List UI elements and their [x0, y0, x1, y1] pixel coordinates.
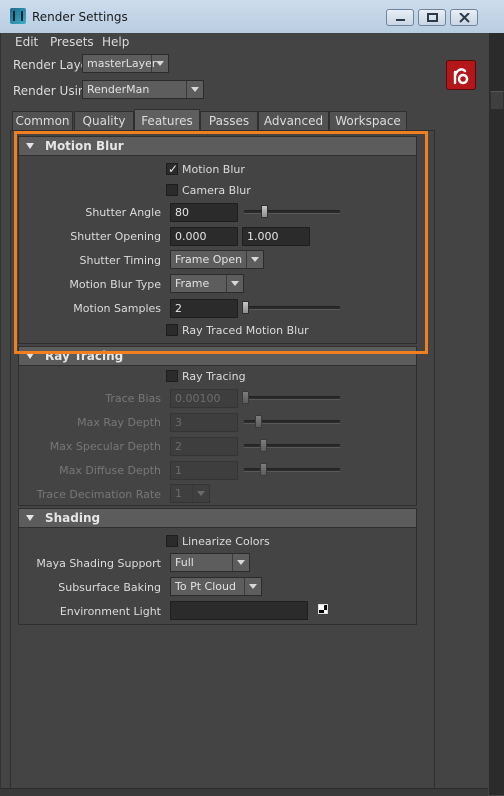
tab-workspace[interactable]: Workspace: [329, 111, 407, 131]
tab-advanced[interactable]: Advanced: [258, 111, 329, 131]
highlight-annotation-box: [14, 131, 428, 354]
trace-decimation-rate-label: Trace Decimation Rate: [36, 488, 161, 501]
trace-decimation-rate-value: 1: [175, 487, 182, 500]
max-diffuse-depth-value: 1: [175, 464, 182, 477]
ray-tracing-section-body: [18, 366, 417, 506]
subsurface-baking-label: Subsurface Baking: [58, 581, 161, 594]
chevron-down-icon: [151, 55, 168, 72]
chevron-down-icon: [192, 485, 209, 502]
render-layer-label: Render Layer: [13, 58, 93, 72]
shading-title: Shading: [45, 511, 101, 525]
maya-shading-support-dropdown[interactable]: Full: [170, 553, 250, 572]
trace-bias-value: 0.00100: [175, 392, 221, 405]
max-specular-depth-label: Max Specular Depth: [49, 440, 161, 453]
window-title-bar[interactable]: Render Settings: [0, 0, 504, 34]
trace-decimation-rate-dropdown[interactable]: 1: [170, 484, 210, 503]
max-specular-depth-slider-track[interactable]: [244, 444, 340, 448]
trace-bias-field[interactable]: 0.00100: [170, 389, 238, 408]
menu-presets[interactable]: Presets: [50, 35, 94, 49]
maya-shading-support-label: Maya Shading Support: [36, 557, 161, 570]
max-diffuse-depth-slider-thumb[interactable]: [260, 463, 267, 476]
background-tab: [490, 91, 504, 109]
max-specular-depth-value: 2: [175, 440, 182, 453]
max-ray-depth-value: 3: [175, 416, 182, 429]
linearize-colors-label: Linearize Colors: [182, 535, 270, 548]
map-texture-button-icon[interactable]: [318, 604, 328, 614]
background-window-edge: [488, 33, 504, 795]
environment-light-field[interactable]: [170, 601, 308, 620]
max-diffuse-depth-field[interactable]: 1: [170, 461, 238, 480]
max-ray-depth-field[interactable]: 3: [170, 413, 238, 432]
max-diffuse-depth-slider-track[interactable]: [244, 468, 340, 472]
max-specular-depth-slider-thumb[interactable]: [260, 439, 267, 452]
max-diffuse-depth-label: Max Diffuse Depth: [59, 464, 161, 477]
shading-section-header[interactable]: Shading: [18, 508, 417, 528]
menu-edit[interactable]: Edit: [15, 35, 38, 49]
window-title: Render Settings: [32, 10, 128, 24]
render-using-dropdown[interactable]: RenderMan: [82, 80, 204, 99]
collapse-triangle-icon: [26, 515, 34, 521]
chevron-down-icon: [232, 554, 249, 571]
subsurface-baking-value: To Pt Cloud: [175, 580, 236, 593]
maximize-button[interactable]: [418, 9, 446, 26]
trace-bias-slider-track[interactable]: [244, 396, 340, 400]
close-button[interactable]: [450, 9, 478, 26]
maya-app-icon: [10, 8, 26, 24]
trace-bias-label: Trace Bias: [105, 392, 161, 405]
menu-help[interactable]: Help: [102, 35, 129, 49]
render-using-value: RenderMan: [87, 83, 150, 96]
renderman-logo-icon: [446, 60, 476, 90]
linearize-colors-checkbox[interactable]: [166, 535, 178, 547]
chevron-down-icon: [186, 81, 203, 98]
ray-tracing-checkbox-label: Ray Tracing: [182, 370, 246, 383]
chevron-down-icon: [244, 578, 261, 595]
environment-light-label: Environment Light: [59, 605, 161, 618]
tab-passes[interactable]: Passes: [200, 111, 258, 131]
tab-common[interactable]: Common: [12, 111, 73, 131]
max-specular-depth-field[interactable]: 2: [170, 437, 238, 456]
max-ray-depth-label: Max Ray Depth: [77, 416, 161, 429]
ray-tracing-checkbox[interactable]: [166, 370, 178, 382]
subsurface-baking-dropdown[interactable]: To Pt Cloud: [170, 577, 262, 596]
max-ray-depth-slider-thumb[interactable]: [255, 415, 262, 428]
trace-bias-slider-thumb[interactable]: [242, 391, 249, 404]
tab-quality[interactable]: Quality: [74, 111, 134, 131]
minimize-button[interactable]: [386, 9, 414, 26]
tab-features[interactable]: Features: [134, 109, 200, 131]
maya-shading-support-value: Full: [175, 556, 194, 569]
render-layer-dropdown[interactable]: masterLayer: [82, 54, 169, 73]
render-layer-value: masterLayer: [87, 57, 157, 70]
